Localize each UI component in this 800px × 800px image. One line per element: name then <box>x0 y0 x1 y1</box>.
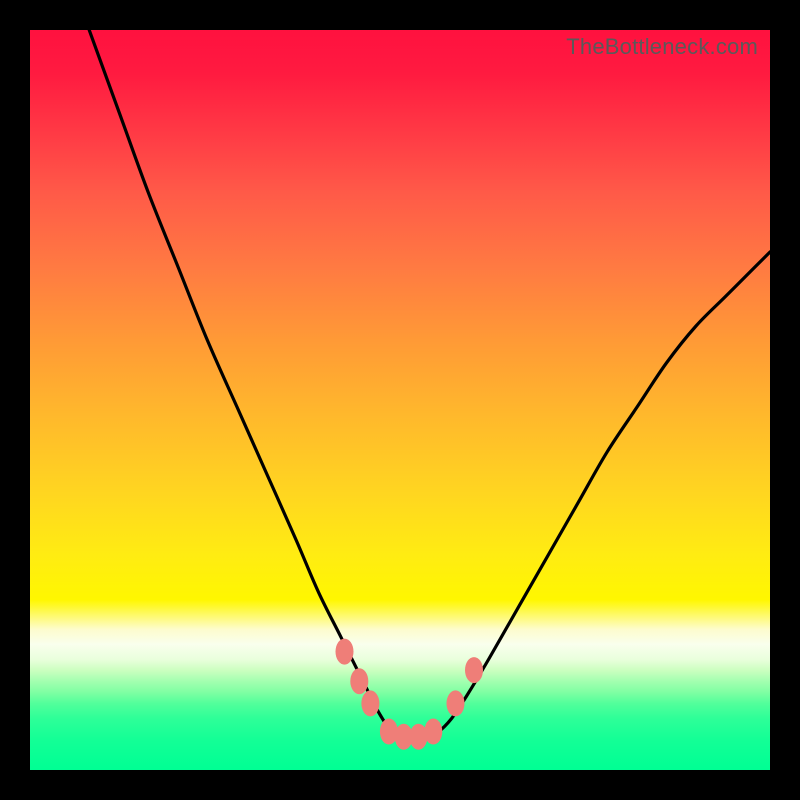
marker-bottom-4 <box>424 719 442 745</box>
marker-left-upper <box>336 639 354 665</box>
marker-right-lower <box>447 690 465 716</box>
chart-svg <box>30 30 770 770</box>
marker-right-upper <box>465 657 483 683</box>
marker-group <box>336 639 484 750</box>
bottleneck-curve-path <box>89 30 770 741</box>
marker-left-lower <box>361 690 379 716</box>
chart-frame: TheBottleneck.com <box>0 0 800 800</box>
marker-left-mid <box>350 668 368 694</box>
plot-area: TheBottleneck.com <box>30 30 770 770</box>
